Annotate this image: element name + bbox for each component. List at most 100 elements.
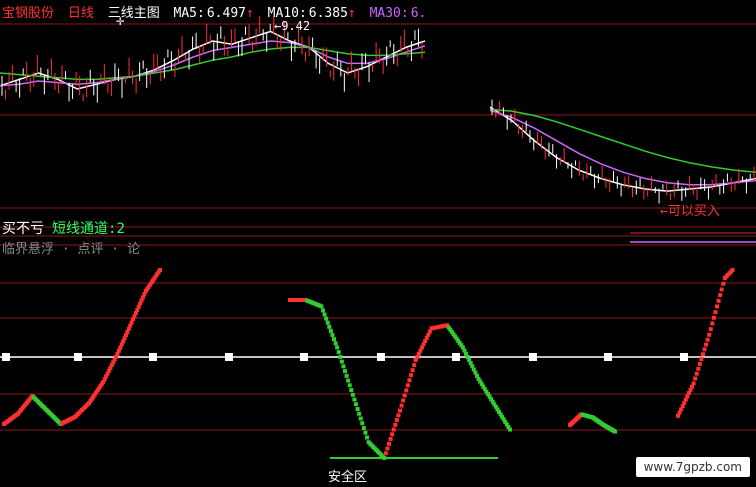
indicator-dot [354, 402, 358, 407]
indicator-dot [716, 298, 721, 303]
indicator-dot [711, 315, 716, 320]
indicator-dot [330, 333, 335, 338]
indicator-dot [396, 413, 401, 418]
peak-price-label: ←9.42 [274, 19, 311, 33]
indicator-dot [402, 393, 407, 398]
center-marker [377, 353, 385, 361]
indicator-dot [322, 312, 327, 317]
indicator-dot [325, 320, 330, 325]
indicator-dot [324, 316, 329, 321]
indicator-dot [718, 293, 723, 298]
indicator-dot [704, 342, 709, 347]
center-marker [680, 353, 688, 361]
chart-header: 宝钢股份 日线 三线主图 MA5: 6.497↑ MA10: 6.385↑ MA30… [2, 2, 432, 21]
indicator-dot [341, 364, 346, 369]
indicator-dot [405, 383, 410, 388]
indicator-dot [705, 337, 710, 342]
indicator-dot [343, 369, 347, 374]
period-label[interactable]: 日线 [68, 6, 94, 21]
indicator-dot [708, 327, 713, 332]
indicator-dot [332, 337, 336, 342]
indicator-dot [361, 425, 366, 430]
indicator-dot [699, 357, 704, 362]
indicator-dot [613, 429, 617, 434]
indicator-dot [719, 287, 724, 292]
indicator-dot [383, 451, 388, 456]
indicator-dot [697, 361, 702, 366]
ma-line-ma10 [0, 40, 426, 87]
center-marker [74, 353, 82, 361]
indicator-dot [365, 435, 369, 440]
indicator-dot [328, 328, 333, 333]
ma30-value: 6. [410, 6, 427, 21]
indicator-dot [338, 354, 343, 359]
indicator-dot [401, 398, 406, 403]
indicator-dot [358, 416, 363, 421]
indicator-dot [700, 352, 705, 357]
indicator-dot [715, 304, 719, 309]
indicator-dot [355, 407, 360, 412]
center-marker [529, 353, 537, 361]
center-marker [604, 353, 612, 361]
indicator-dot [404, 388, 409, 393]
indicator-dot [721, 281, 726, 286]
indicator-dot [357, 411, 362, 416]
indicator-dot [710, 321, 715, 326]
indicator-dot [693, 376, 698, 381]
up-arrow-icon: ↑ [245, 6, 254, 21]
indicator-dot [391, 427, 396, 432]
indicator-dot [350, 392, 355, 397]
indicator-dot [707, 332, 712, 337]
kline-chart-window[interactable]: 宝钢股份 日线 三线主图 MA5: 6.497↑ MA10: 6.385↑ MA30… [0, 0, 756, 487]
indicator-dot [694, 371, 699, 376]
indicator-dot [385, 446, 390, 451]
indicator-dot [335, 345, 340, 350]
indicator-dot [327, 324, 332, 329]
indicator-dot [730, 268, 735, 272]
indicator-label-2: 短线通道:2 [52, 221, 125, 237]
indicator-dot [360, 421, 365, 426]
crosshair-icon: ✛ [116, 13, 125, 29]
ma10-value: 6.385 [308, 6, 348, 21]
indicator-dot [508, 427, 512, 432]
center-marker [452, 353, 460, 361]
indicator-dot [713, 310, 718, 315]
indicator-dot [349, 388, 354, 393]
center-marker [225, 353, 233, 361]
indicator-dot [398, 408, 402, 413]
indicator-dot [696, 366, 701, 371]
indicator-dot [321, 308, 325, 313]
indicator-dot [691, 381, 696, 386]
indicator-dot [333, 341, 338, 346]
indicator-dot [702, 347, 707, 352]
indicator-dot [390, 432, 395, 437]
center-marker [300, 353, 308, 361]
watermark: www.7gpzb.com [635, 457, 750, 477]
center-marker [149, 353, 157, 361]
indicator-dot [412, 363, 417, 368]
indicator-dot [158, 268, 162, 272]
indicator-dot [352, 397, 357, 402]
indicator-dot [410, 368, 415, 373]
indicator-dot [382, 456, 387, 460]
indicator-dot [393, 422, 398, 427]
center-marker [2, 353, 10, 361]
indicator-label-1: 买不亏 [2, 221, 44, 237]
indicator-dot [347, 383, 352, 388]
indicator-dot [319, 304, 324, 309]
ma5-label: MA5: [173, 6, 205, 21]
indicator-dot [387, 441, 391, 446]
ma30-label: MA30: [369, 6, 409, 21]
indicator-dot [346, 378, 351, 383]
indicator-dot [344, 373, 349, 378]
indicator-dot [409, 373, 413, 378]
ma5-value: 6.497 [206, 6, 246, 21]
indicator-dot [363, 430, 368, 435]
indicator-label-3: 临界悬浮 · 点评 · 论 [2, 242, 140, 257]
indicator-dot [407, 378, 412, 383]
ma-line-right-ma10 [489, 109, 756, 186]
indicator-dot [336, 350, 341, 355]
indicator-dot [399, 403, 404, 408]
stock-name[interactable]: 宝钢股份 [2, 6, 54, 21]
left-arrow-icon: ← [660, 204, 668, 219]
